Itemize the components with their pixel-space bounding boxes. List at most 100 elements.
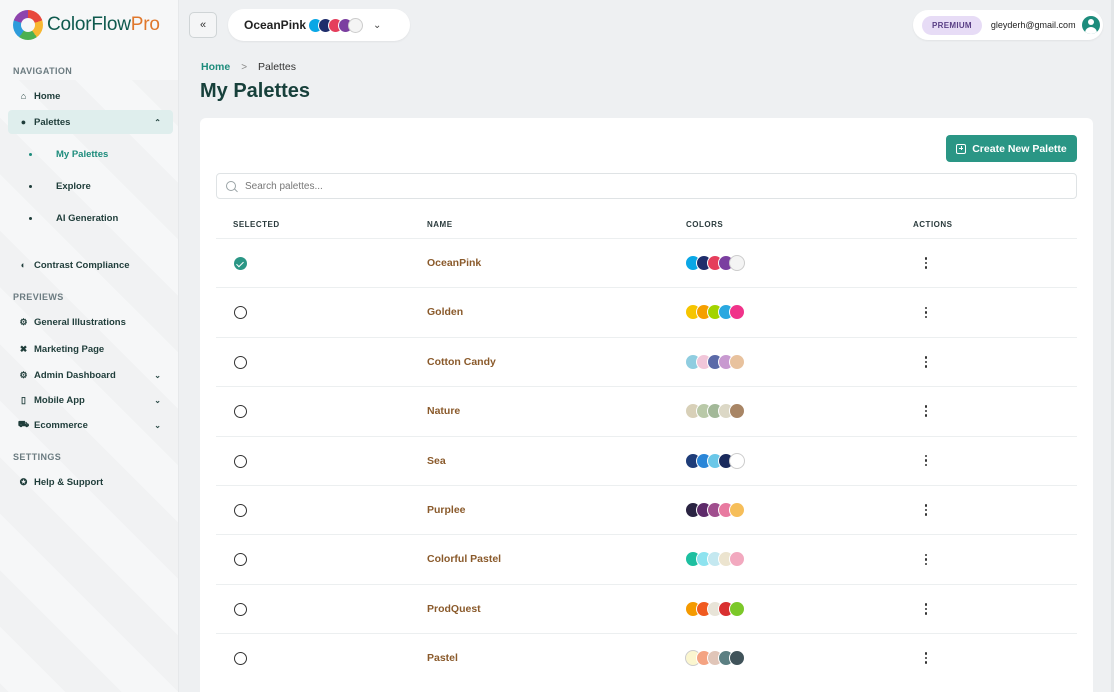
table-row[interactable]: Purplee — [216, 485, 1077, 534]
palette-switcher[interactable]: OceanPink ⌄ — [228, 9, 410, 41]
section-settings: SETTINGS — [13, 452, 62, 462]
menu-dot — [924, 261, 928, 265]
more-vertical-icon[interactable] — [920, 352, 932, 372]
more-vertical-icon[interactable] — [920, 253, 932, 273]
color-swatch — [729, 551, 745, 568]
table-row[interactable]: Cotton Candy — [216, 336, 1077, 386]
select-radio[interactable] — [234, 306, 247, 320]
illustrations-icon: ⚙ — [19, 316, 28, 327]
page-title: My Palettes — [200, 80, 311, 102]
palette-name[interactable]: Nature — [427, 405, 460, 417]
user-email: gleyderh@gmail.com — [990, 20, 1076, 30]
palette-name[interactable]: Colorful Pastel — [427, 553, 501, 565]
more-vertical-icon[interactable] — [920, 648, 932, 668]
more-vertical-icon[interactable] — [920, 500, 932, 520]
select-radio[interactable] — [234, 405, 247, 419]
avatar[interactable] — [1081, 16, 1100, 34]
menu-dot — [924, 463, 928, 467]
sidebar-item-label: Contrast Compliance — [34, 259, 130, 271]
menu-dot — [924, 454, 928, 458]
bullet-icon — [29, 185, 32, 188]
selected-check-icon[interactable] — [234, 257, 247, 270]
sidebar: ColorFlowPro NAVIGATION ⌂ Home ● Palette… — [0, 0, 179, 692]
breadcrumb-home-link[interactable]: Home — [201, 61, 230, 73]
create-new-palette-button[interactable]: Create New Palette — [946, 135, 1077, 162]
palette-swatches — [685, 403, 745, 420]
sidebar-subitem-my-palettes[interactable]: My Palettes — [29, 149, 108, 160]
color-swatch — [729, 304, 745, 321]
user-menu[interactable]: PREMIUM gleyderh@gmail.com — [913, 10, 1103, 40]
search-icon — [226, 181, 236, 191]
select-radio[interactable] — [234, 553, 247, 567]
sidebar-item-ecommerce[interactable]: ⛟ Ecommerce ⌄ — [8, 413, 173, 437]
palette-name[interactable]: Sea — [427, 455, 446, 467]
sidebar-subitem-ai-generation[interactable]: AI Generation — [29, 213, 118, 224]
color-swatch — [729, 650, 745, 667]
table-row[interactable]: OceanPink — [216, 238, 1077, 287]
palette-name[interactable]: Purplee — [427, 504, 466, 516]
menu-dot — [924, 513, 928, 516]
select-radio[interactable] — [234, 454, 247, 468]
menu-dot — [924, 414, 928, 417]
color-swatch — [729, 600, 745, 617]
menu-dot — [924, 306, 928, 310]
table-row[interactable]: ProdQuest — [216, 583, 1077, 633]
menu-dot — [924, 360, 928, 364]
menu-dot — [924, 409, 928, 413]
palette-name[interactable]: Golden — [427, 306, 463, 318]
sidebar-item-palettes[interactable]: ● Palettes ⌃ — [8, 110, 173, 134]
sidebar-item-home[interactable]: ⌂ Home — [8, 84, 173, 108]
more-vertical-icon[interactable] — [920, 451, 932, 471]
sidebar-item-label: Help & Support — [34, 476, 104, 488]
sidebar-item-mobile-app[interactable]: ▯ Mobile App ⌄ — [8, 388, 173, 412]
search-input[interactable] — [245, 180, 1045, 192]
table-row[interactable]: Golden — [216, 287, 1077, 336]
palette-name[interactable]: Pastel — [427, 652, 458, 664]
select-radio[interactable] — [234, 355, 247, 369]
sidebar-item-label: General Illustrations — [34, 316, 126, 328]
palette-swatches — [685, 600, 745, 617]
menu-dot — [924, 504, 928, 507]
palette-swatches — [685, 551, 745, 568]
sidebar-item-label: Palettes — [34, 116, 71, 128]
collapse-sidebar-button[interactable]: « — [189, 12, 217, 38]
select-radio[interactable] — [234, 602, 247, 616]
tools-icon: ✖ — [19, 343, 28, 354]
more-vertical-icon[interactable] — [920, 549, 932, 569]
chameleon-logo-icon — [13, 10, 43, 40]
section-previews: PREVIEWS — [13, 292, 64, 302]
palette-name[interactable]: OceanPink — [427, 257, 481, 269]
section-navigation: NAVIGATION — [13, 66, 73, 76]
sidebar-item-contrast-compliance[interactable]: ◐ Contrast Compliance — [8, 253, 173, 277]
palette-name[interactable]: ProdQuest — [427, 603, 481, 615]
sidebar-item-label: Marketing Page — [34, 343, 105, 355]
table-row[interactable]: Sea — [216, 435, 1077, 485]
cart-icon: ⛟ — [17, 419, 30, 429]
bullet-icon — [29, 153, 32, 156]
bullet-icon — [29, 217, 32, 220]
palette-icon: ● — [20, 117, 27, 127]
app-logo[interactable]: ColorFlowPro — [13, 10, 160, 40]
palette-name[interactable]: Cotton Candy — [427, 356, 496, 368]
table-row[interactable]: Nature — [216, 386, 1077, 435]
sidebar-item-admin-dashboard[interactable]: ⚙ Admin Dashboard ⌄ — [8, 363, 173, 387]
select-radio[interactable] — [234, 652, 247, 666]
more-vertical-icon[interactable] — [920, 401, 932, 421]
more-vertical-icon[interactable] — [920, 302, 932, 322]
current-palette-swatches — [308, 17, 364, 33]
sidebar-subitem-label: AI Generation — [56, 213, 119, 224]
sidebar-item-help-support[interactable]: ✪ Help & Support — [8, 470, 173, 494]
current-palette-name: OceanPink — [244, 18, 307, 32]
palette-swatches — [685, 304, 745, 321]
sidebar-subitem-explore[interactable]: Explore — [29, 181, 91, 192]
palette-swatches — [685, 255, 745, 271]
select-radio[interactable] — [234, 504, 247, 517]
contrast-icon: ◐ — [20, 260, 27, 270]
more-vertical-icon[interactable] — [920, 599, 932, 619]
table-row[interactable]: Pastel — [216, 633, 1077, 682]
table-row[interactable]: Colorful Pastel — [216, 534, 1077, 583]
menu-dot — [924, 266, 928, 269]
sidebar-item-marketing-page[interactable]: ✖ Marketing Page — [8, 337, 173, 361]
sidebar-item-general-illustrations[interactable]: ⚙ General Illustrations — [8, 310, 173, 334]
color-swatch — [729, 403, 745, 420]
